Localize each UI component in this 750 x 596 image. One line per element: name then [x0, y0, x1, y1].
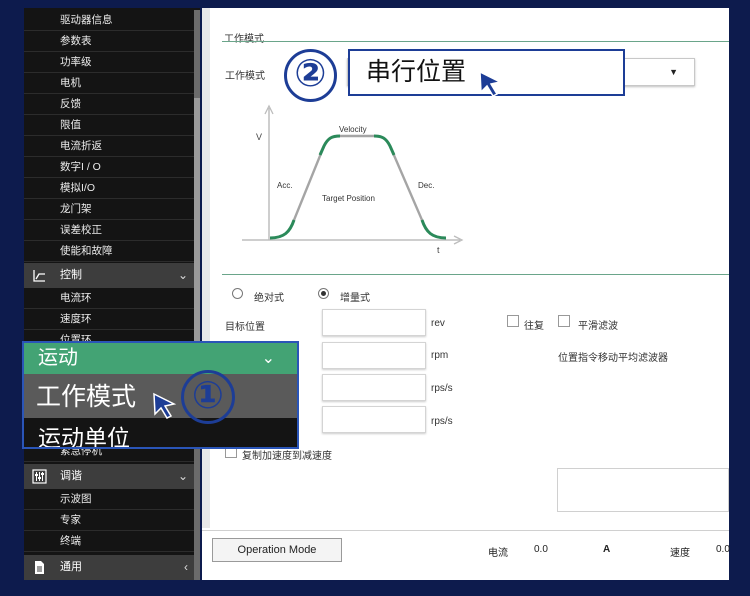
unit-rps-s-dec: rps/s	[431, 416, 453, 427]
sidebar: 驱动器信息 参数表 功率级 电机 反馈 限值 电流折返 数字I / O 模拟I/…	[24, 8, 200, 580]
axis-t-label: t	[437, 245, 440, 255]
sidebar-item-motor[interactable]: 电机	[24, 73, 200, 94]
sidebar-item-analog-io[interactable]: 模拟I/O	[24, 178, 200, 199]
radio-absolute[interactable]	[232, 288, 243, 299]
sidebar-section-control[interactable]: 控制 ⌄	[24, 263, 200, 288]
status-bar: Operation Mode 电流 0.0 A 速度 0.0	[202, 530, 730, 580]
radio-incremental[interactable]	[318, 288, 329, 299]
section-divider	[222, 274, 729, 275]
sidebar-item-scope[interactable]: 示波图	[24, 489, 200, 510]
sidebar-item-limits[interactable]: 限值	[24, 115, 200, 136]
speed-label: 速度	[670, 548, 690, 559]
sidebar-scrollbar[interactable]	[194, 10, 200, 580]
sidebar-item-feedback[interactable]: 反馈	[24, 94, 200, 115]
velocity-profile-diagram: V t Velocity Acc. Dec. Target Position	[242, 104, 464, 255]
sidebar-item-expert[interactable]: 专家	[24, 510, 200, 531]
sidebar-item-parameter-table[interactable]: 参数表	[24, 31, 200, 52]
axis-v-label: V	[256, 132, 262, 142]
radio-incremental-label: 增量式	[340, 293, 370, 304]
unit-rev: rev	[431, 318, 445, 329]
target-position-diagram-label: Target Position	[322, 194, 375, 203]
current-value: 0.0	[534, 544, 548, 555]
sidebar-section-control-label: 控制	[60, 269, 82, 281]
chevron-down-icon: ⌄	[177, 469, 188, 483]
sidebar-item-velocity-loop[interactable]: 速度环	[24, 309, 200, 330]
sidebar-item-current-foldback[interactable]: 电流折返	[24, 136, 200, 157]
dec-label: Dec.	[418, 181, 434, 190]
sidebar-section-general[interactable]: 通用 ‹	[24, 555, 200, 580]
reciprocate-label: 往复	[524, 321, 544, 332]
smooth-filter-checkbox[interactable]	[558, 315, 570, 327]
filter-textarea[interactable]	[557, 468, 729, 512]
unit-rps-s-acc: rps/s	[431, 383, 453, 394]
target-position-label: 目标位置	[225, 322, 265, 333]
current-unit: A	[603, 544, 611, 555]
acceleration-input[interactable]	[322, 374, 426, 401]
cursor-arrow-icon	[479, 70, 503, 97]
operation-mode-label: 工作模式	[225, 71, 265, 82]
reciprocate-checkbox[interactable]	[507, 315, 519, 327]
motion-section-label: 运动	[38, 347, 78, 369]
acc-label: Acc.	[277, 181, 293, 190]
scrollbar-thumb[interactable]	[194, 98, 200, 368]
group-title: 工作模式	[224, 34, 264, 45]
step-badge-2: ②	[284, 49, 337, 102]
step-badge-1: ①	[181, 370, 235, 424]
sidebar-item-digital-io[interactable]: 数字I / O	[24, 157, 200, 178]
sidebar-item-current-loop[interactable]: 电流环	[24, 288, 200, 309]
radio-absolute-label: 绝对式	[254, 293, 284, 304]
operation-mode-button[interactable]: Operation Mode	[212, 538, 342, 562]
sliders-icon	[32, 469, 47, 484]
unit-rpm: rpm	[431, 350, 449, 361]
target-position-input[interactable]	[322, 309, 426, 336]
menu-item-motion-units[interactable]: 运动单位	[24, 418, 297, 447]
sidebar-item-terminal[interactable]: 终端	[24, 531, 200, 552]
sidebar-section-tuning[interactable]: 调谐 ⌄	[24, 464, 200, 489]
group-divider	[222, 41, 729, 42]
smooth-filter-label: 平滑滤波	[578, 321, 618, 332]
current-label: 电流	[488, 548, 508, 559]
velocity-label: Velocity	[339, 125, 367, 134]
control-chart-icon	[33, 270, 45, 282]
sidebar-item-drive-info[interactable]: 驱动器信息	[24, 10, 200, 31]
dropdown-arrow-icon: ▼	[669, 67, 678, 77]
sidebar-item-enable-fault[interactable]: 使能和故障	[24, 241, 200, 262]
deceleration-input[interactable]	[322, 406, 426, 433]
document-icon	[35, 561, 44, 574]
chevron-down-icon: ⌄	[261, 350, 275, 367]
copy-acc-label: 复制加速度到减速度	[242, 451, 332, 462]
sidebar-section-tuning-label: 调谐	[60, 470, 82, 482]
velocity-input[interactable]	[322, 342, 426, 369]
cursor-arrow-icon	[153, 392, 177, 419]
sidebar-item-power-stage[interactable]: 功率级	[24, 52, 200, 73]
filter-description: 位置指令移动平均滤波器	[558, 353, 668, 364]
panel-border	[202, 8, 210, 528]
motion-section-header[interactable]: 运动 ⌄	[24, 343, 297, 374]
speed-value: 0.0	[716, 544, 730, 555]
chevron-left-icon: ‹	[184, 560, 188, 574]
sidebar-item-error-correction[interactable]: 误差校正	[24, 220, 200, 241]
sidebar-section-general-label: 通用	[60, 561, 82, 573]
sidebar-item-gantry[interactable]: 龙门架	[24, 199, 200, 220]
chevron-down-icon: ⌄	[177, 268, 188, 282]
